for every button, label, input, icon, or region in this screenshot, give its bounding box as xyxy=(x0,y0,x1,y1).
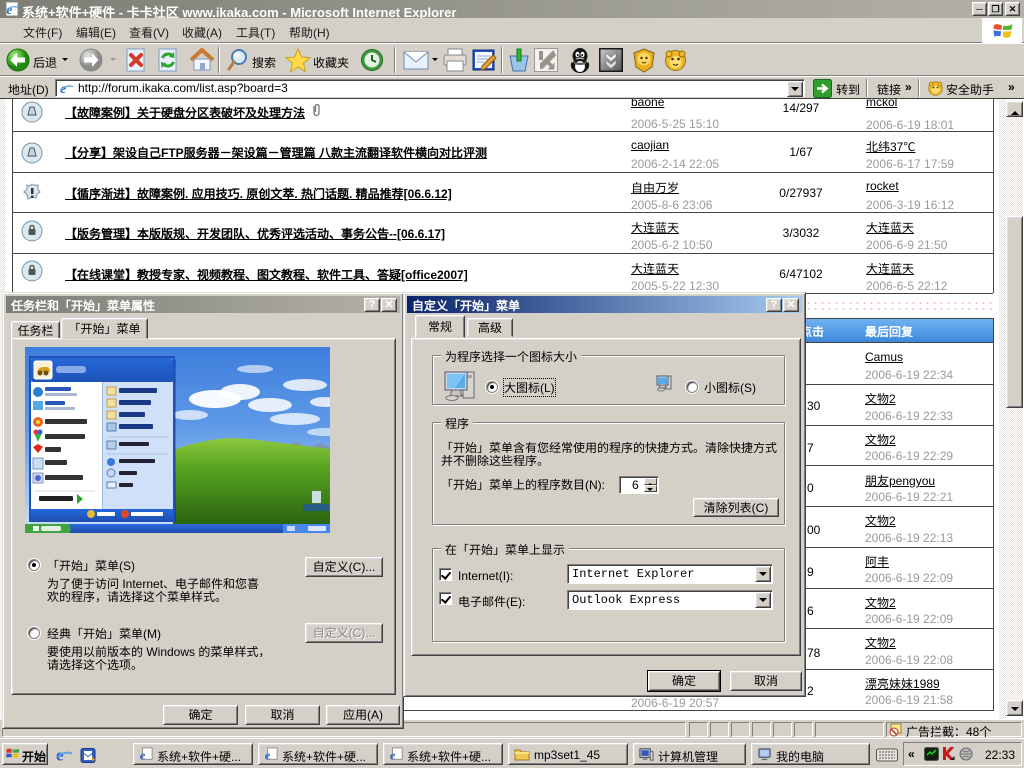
svg-text:e: e xyxy=(390,748,396,761)
svg-text:e: e xyxy=(265,748,271,761)
svg-text:e: e xyxy=(140,748,146,761)
